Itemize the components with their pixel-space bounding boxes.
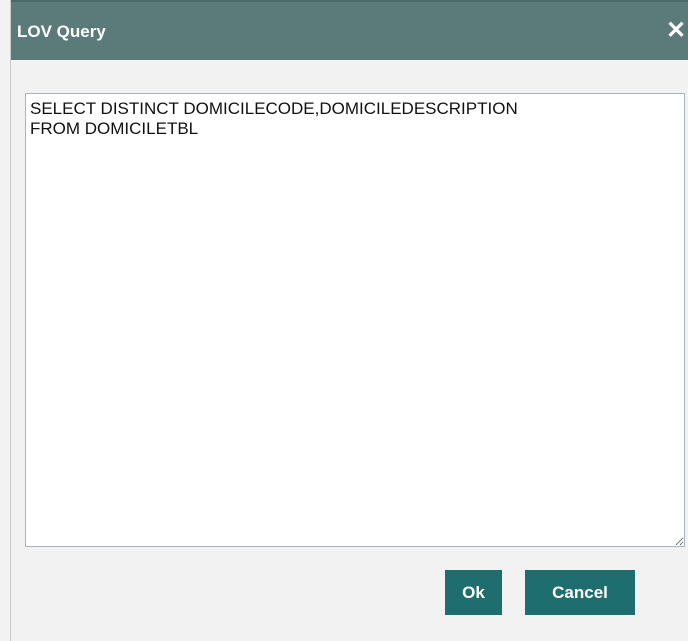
ok-button[interactable]: Ok bbox=[445, 570, 502, 615]
close-icon[interactable]: ✕ bbox=[663, 16, 688, 46]
query-textarea[interactable] bbox=[25, 93, 685, 547]
lov-query-dialog: LOV Query ✕ Ok Cancel bbox=[10, 0, 688, 641]
dialog-title: LOV Query bbox=[17, 22, 106, 41]
dialog-titlebar[interactable]: LOV Query ✕ bbox=[11, 0, 688, 60]
cancel-button[interactable]: Cancel bbox=[525, 570, 635, 615]
